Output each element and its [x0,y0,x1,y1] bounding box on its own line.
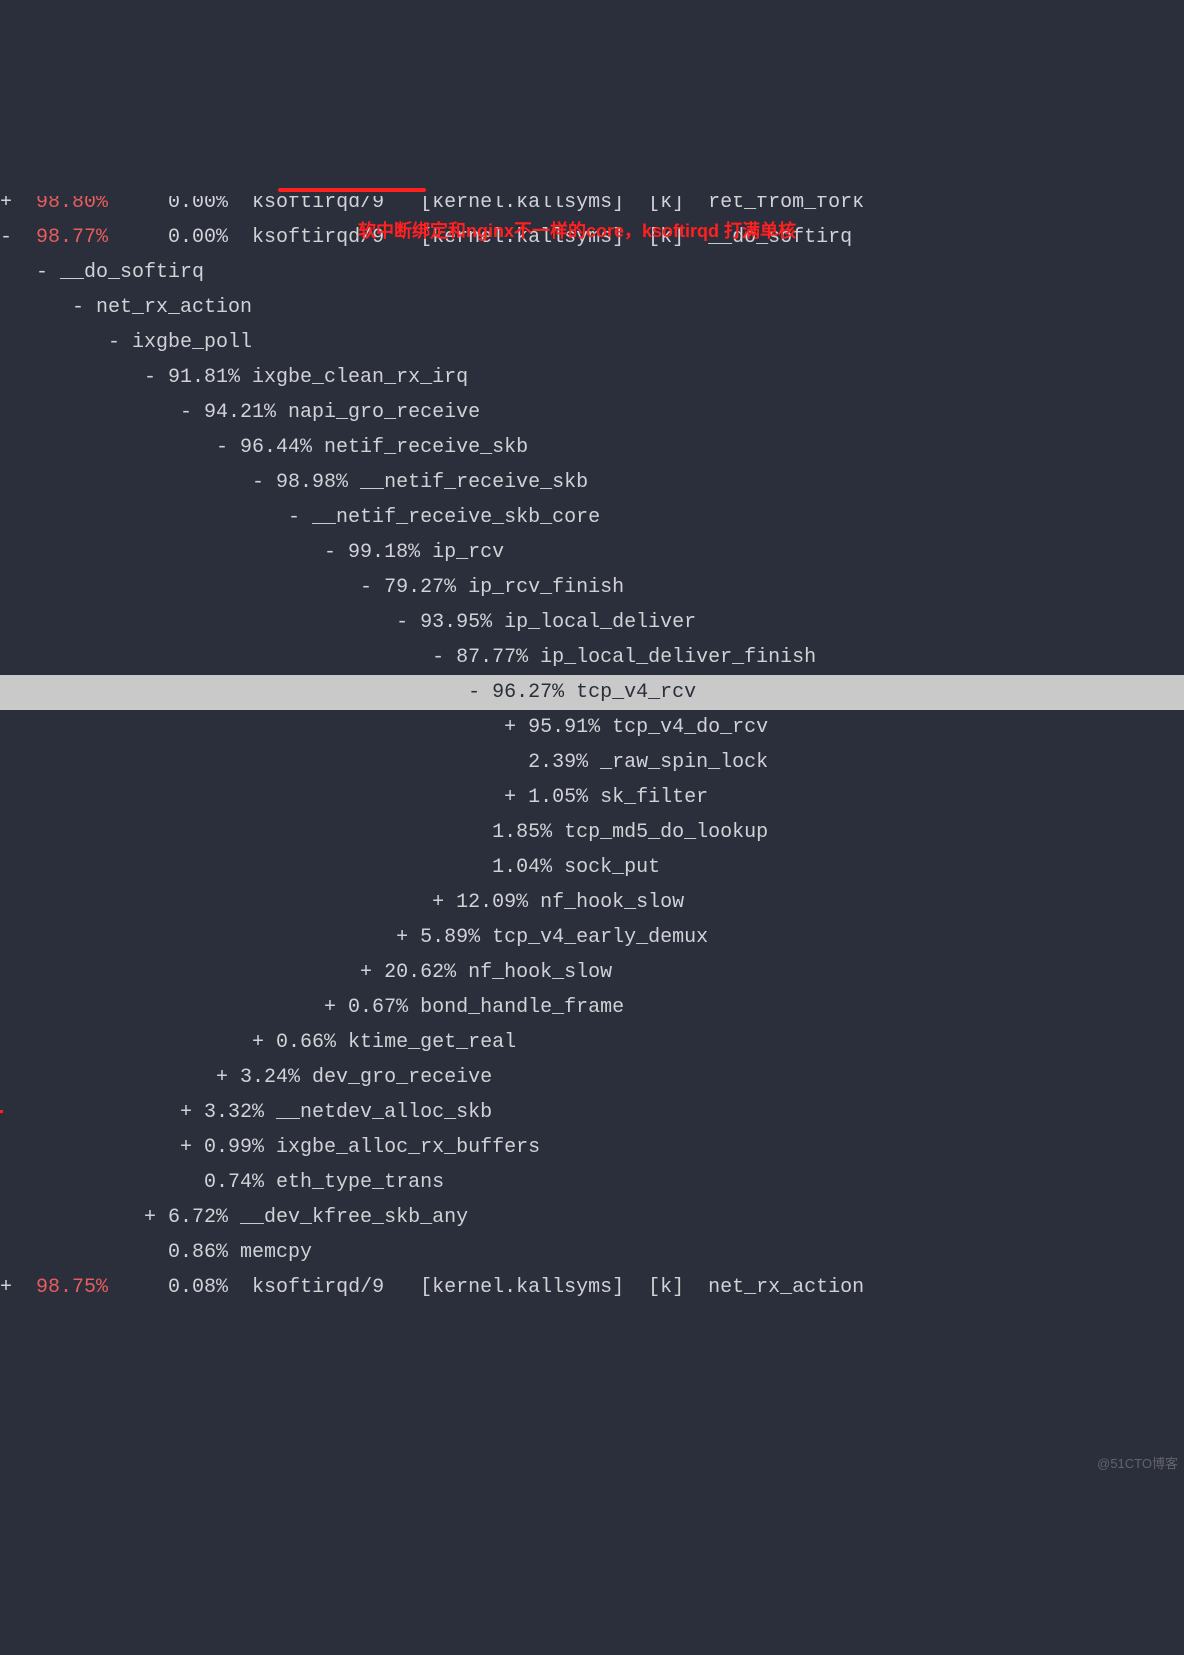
perf-line-text: + 12.09% nf_hook_slow [0,885,684,920]
perf-line[interactable]: - 91.81% ixgbe_clean_rx_irq [0,360,1184,395]
perf-line[interactable]: + 3.24% dev_gro_receive [0,1060,1184,1095]
red-annotation-text: 软中断绑定和nginx不一样的core，ksoftirqd 打满单核 [358,216,796,248]
perf-line-text: + 0.67% bond_handle_frame [0,990,624,1025]
perf-line[interactable]: - 96.27% tcp_v4_rcv [0,675,1184,710]
watermark-text: @51CTO博客 [1097,1453,1178,1476]
perf-line[interactable]: + 6.72% __dev_kfree_skb_any [0,1200,1184,1235]
perf-line-text: - 93.95% ip_local_deliver [0,605,696,640]
underline-annotation [278,188,426,192]
perf-line-text: 2.39% _raw_spin_lock [0,745,768,780]
perf-line[interactable]: + 20.62% nf_hook_slow [0,955,1184,990]
perf-line-text: 1.85% tcp_md5_do_lookup [0,815,768,850]
perf-line-text: + 0.66% ktime_get_real [0,1025,516,1060]
perf-line-text: - 94.21% napi_gro_receive [0,395,480,430]
perf-line[interactable]: - 93.95% ip_local_deliver [0,605,1184,640]
overhead-percent: 98.77% [36,226,108,249]
perf-line[interactable]: - net_rx_action [0,290,1184,325]
overhead-percent: 98.80% [36,196,108,214]
perf-line[interactable]: + 0.66% ktime_get_real [0,1025,1184,1060]
perf-line-text: + 95.91% tcp_v4_do_rcv [0,710,768,745]
overhead-percent: 98.75% [36,1276,108,1299]
perf-line-text: 0.86% memcpy [0,1235,312,1270]
perf-line[interactable]: + 5.89% tcp_v4_early_demux [0,920,1184,955]
perf-line-text: + 3.24% dev_gro_receive [0,1060,492,1095]
perf-line[interactable]: - __netif_receive_skb_core [0,500,1184,535]
perf-line[interactable]: + 95.91% tcp_v4_do_rcv [0,710,1184,745]
perf-line-text: + 20.62% nf_hook_slow [0,955,612,990]
perf-line-text: + 5.89% tcp_v4_early_demux [0,920,708,955]
perf-line-text: - __netif_receive_skb_core [0,500,600,535]
perf-line[interactable]: + 0.67% bond_handle_frame [0,990,1184,1025]
perf-line-text: - 98.98% __netif_receive_skb [0,465,588,500]
perf-line-text: 0.74% eth_type_trans [0,1165,444,1200]
perf-line[interactable]: + 0.99% ixgbe_alloc_rx_buffers [0,1130,1184,1165]
perf-line[interactable]: - 96.44% netif_receive_skb [0,430,1184,465]
perf-line-text: + 3.32% __netdev_alloc_skb [0,1095,492,1130]
perf-line-text: - 96.27% tcp_v4_rcv [0,675,696,710]
perf-line-text: + 1.05% sk_filter [0,780,708,815]
perf-line[interactable]: - __do_softirq [0,255,1184,290]
perf-line[interactable]: 0.86% memcpy [0,1235,1184,1270]
perf-line[interactable]: 1.04% sock_put [0,850,1184,885]
perf-line[interactable]: - 94.21% napi_gro_receive [0,395,1184,430]
perf-line[interactable]: 0.74% eth_type_trans [0,1165,1184,1200]
perf-line[interactable]: + 98.75% 0.08% ksoftirqd/9 [kernel.kalls… [0,1270,1184,1305]
perf-line[interactable]: - ixgbe_poll [0,325,1184,360]
perf-line-text: - __do_softirq [0,255,204,290]
perf-line-text: - 79.27% ip_rcv_finish [0,570,624,605]
perf-line-text: + 0.99% ixgbe_alloc_rx_buffers [0,1130,540,1165]
perf-line[interactable]: 2.39% _raw_spin_lock [0,745,1184,780]
perf-line[interactable]: - 99.18% ip_rcv [0,535,1184,570]
perf-report-view[interactable]: + 98.80% 0.00% ksoftirqd/9 [kernel.kalls… [0,140,1184,1480]
perf-line[interactable]: 1.85% tcp_md5_do_lookup [0,815,1184,850]
perf-line-text: - ixgbe_poll [0,325,252,360]
perf-line[interactable]: - 79.27% ip_rcv_finish [0,570,1184,605]
perf-line-text: - 99.18% ip_rcv [0,535,504,570]
perf-line-text: + 6.72% __dev_kfree_skb_any [0,1200,468,1235]
perf-line-text: - 87.77% ip_local_deliver_finish [0,640,816,675]
perf-line-text: + 98.75% 0.08% ksoftirqd/9 [kernel.kalls… [0,1270,864,1305]
perf-line[interactable]: + 1.05% sk_filter [0,780,1184,815]
perf-line[interactable]: + 3.32% __netdev_alloc_skb [0,1095,1184,1130]
perf-line-text: - 91.81% ixgbe_clean_rx_irq [0,360,468,395]
perf-line-text: - net_rx_action [0,290,252,325]
perf-line[interactable]: + 12.09% nf_hook_slow [0,885,1184,920]
perf-line-text: 1.04% sock_put [0,850,660,885]
perf-line[interactable]: - 87.77% ip_local_deliver_finish [0,640,1184,675]
perf-line-text: - 96.44% netif_receive_skb [0,430,528,465]
side-red-mark [0,1110,3,1113]
perf-line[interactable]: - 98.98% __netif_receive_skb [0,465,1184,500]
